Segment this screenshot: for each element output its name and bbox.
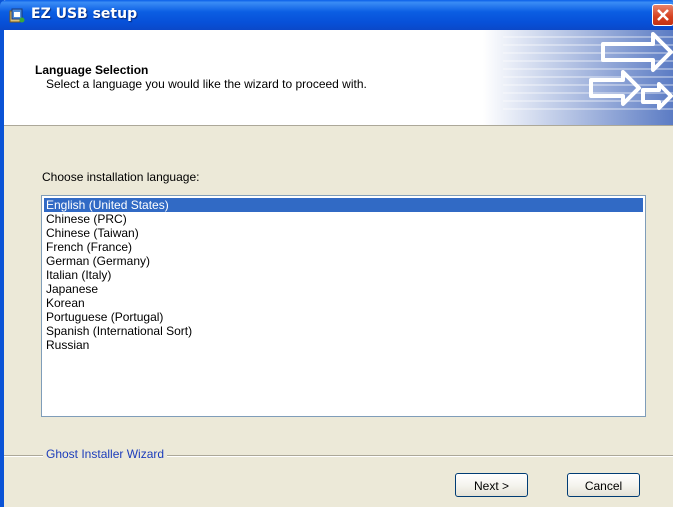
- language-item[interactable]: Chinese (PRC): [44, 212, 643, 226]
- language-item[interactable]: Russian: [44, 338, 643, 352]
- close-icon: [657, 9, 669, 21]
- installer-icon: [9, 7, 25, 23]
- language-item[interactable]: Italian (Italy): [44, 268, 643, 282]
- language-item[interactable]: English (United States): [44, 198, 643, 212]
- setup-window: EZ USB setup Language Selection Select a…: [0, 0, 673, 507]
- wizard-header: Language Selection Select a language you…: [4, 30, 673, 126]
- arrows-graphic: [483, 30, 673, 125]
- language-listbox[interactable]: English (United States) Chinese (PRC) Ch…: [41, 195, 646, 417]
- language-item[interactable]: Spanish (International Sort): [44, 324, 643, 338]
- ghost-installer-label: Ghost Installer Wizard: [43, 447, 168, 461]
- language-item[interactable]: Portuguese (Portugal): [44, 310, 643, 324]
- title-bar[interactable]: EZ USB setup: [0, 0, 673, 30]
- language-item[interactable]: Chinese (Taiwan): [44, 226, 643, 240]
- cancel-button[interactable]: Cancel: [567, 473, 640, 497]
- close-button[interactable]: [652, 4, 673, 26]
- next-button[interactable]: Next >: [455, 473, 528, 497]
- window-title: EZ USB setup: [31, 6, 138, 22]
- page-title: Language Selection: [35, 63, 149, 77]
- language-item[interactable]: German (Germany): [44, 254, 643, 268]
- language-item[interactable]: French (France): [44, 240, 643, 254]
- language-item[interactable]: Korean: [44, 296, 643, 310]
- language-item[interactable]: Japanese: [44, 282, 643, 296]
- choose-language-label: Choose installation language:: [42, 170, 200, 184]
- page-subtitle: Select a language you would like the wiz…: [46, 77, 367, 91]
